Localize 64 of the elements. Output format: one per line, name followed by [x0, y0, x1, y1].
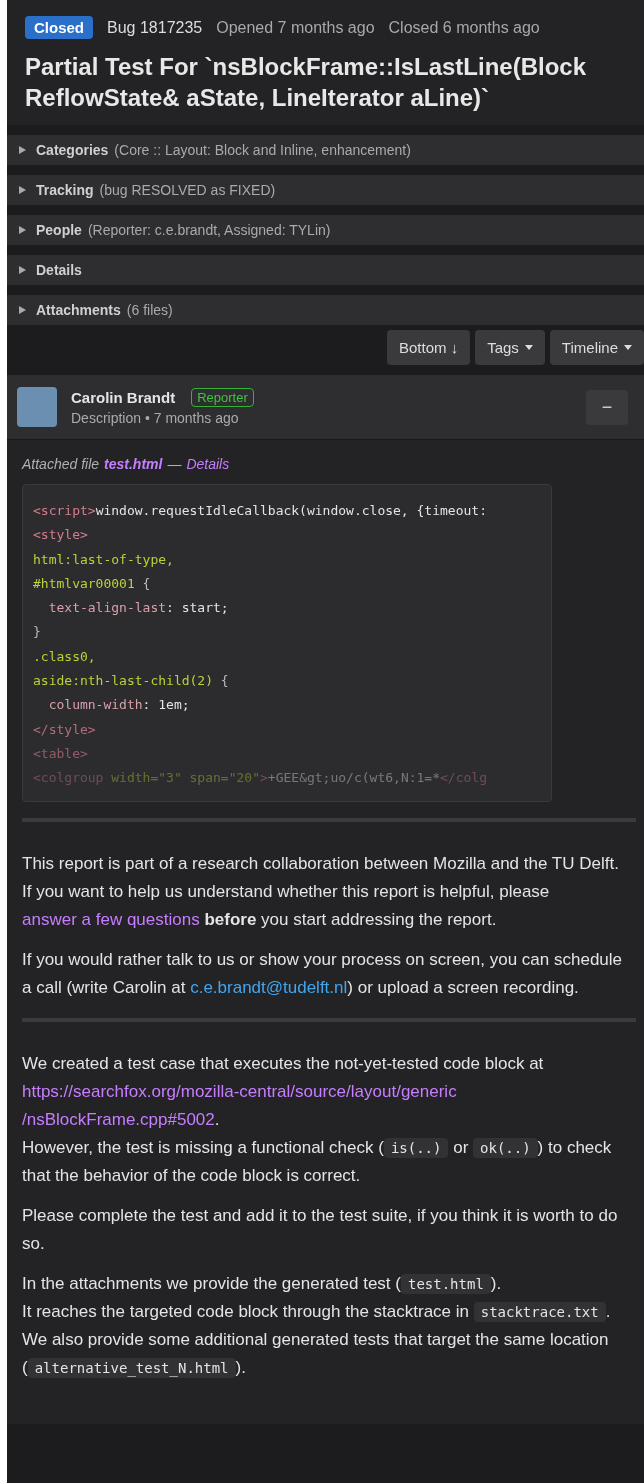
section-header[interactable]: Attachments (6 files) [7, 295, 644, 325]
collapse-button[interactable]: − [586, 389, 628, 425]
text-link[interactable]: answer a few questions [22, 909, 200, 929]
paragraph-text: It reaches the targeted code block through the stacktrace in stacktrace.txt . [22, 1300, 612, 1324]
paragraph-text: If you want to help us understand whether this report is helpful, please answer a few questions before you start addressing the report. [22, 880, 551, 931]
text-link[interactable]: https://searchfox.org/mozilla-central/source/layout/generic [22, 1081, 457, 1101]
code-line: #htmlvar00001 { [33, 574, 152, 593]
section-header[interactable]: Details [7, 255, 644, 285]
separator-dash: — [167, 456, 182, 472]
code-line: <script>window.requestIdleCallback(window.close, {timeout: [33, 502, 488, 520]
code-line: <style> [33, 526, 89, 545]
code-line: html:last-of-type, [33, 550, 175, 569]
paragraph-text: Please complete the test and add it to the test suite, if you think it is worth to do so. [22, 1204, 619, 1255]
expand-triangle-icon [19, 306, 26, 314]
expand-triangle-icon [19, 266, 26, 274]
caret-icon [624, 345, 632, 350]
closed-date: Closed 6 months ago [388, 18, 540, 37]
section-summary: (6 files) [126, 302, 173, 318]
paragraph-text: This report is part of a research collaboration between Mozilla and the TU Delft. [22, 852, 620, 875]
bug-id: Bug 1817235 [107, 18, 203, 37]
paragraph-text: If you would rather talk to us or show your process on screen, you can schedule a call (write Carolin at c.e.brandt@tudelft.nl) or upload a screen recording. [22, 948, 624, 999]
dropdown-button[interactable]: Timeline [549, 330, 644, 365]
section-header[interactable]: Categories (Core :: Layout: Block and Inline, enhancement) [7, 135, 644, 165]
code-line: </style> [33, 720, 97, 739]
dropdown-button[interactable]: Tags [475, 330, 545, 365]
email-link[interactable]: c.e.brandt@tudelft.nl [190, 977, 348, 997]
section-label: Tracking [36, 182, 94, 198]
expand-triangle-icon [19, 226, 26, 234]
attachment-label: Attached file [22, 456, 100, 472]
attachment-link[interactable]: test.html [104, 456, 163, 472]
section-label: People [36, 222, 82, 238]
code-line: <table> [33, 744, 89, 763]
paragraph-text: We created a test case that executes the not-yet-tested code block at [22, 1052, 545, 1075]
section-header[interactable]: Tracking (bug RESOLVED as FIXED) [7, 175, 644, 205]
details-link[interactable]: Details [186, 456, 230, 472]
section-label: Categories [36, 142, 109, 158]
code-line: text-align-last: start; [47, 599, 230, 618]
role-badge: Reporter [191, 388, 254, 407]
section-label: Attachments [36, 302, 121, 318]
text-link[interactable]: /nsBlockFrame.cpp#5002 [22, 1109, 215, 1129]
paragraph-text: In the attachments we provide the generated test ( test.html ). [22, 1272, 503, 1296]
code-line: column-width: 1em; [47, 696, 191, 715]
section-summary: (bug RESOLVED as FIXED) [99, 182, 276, 198]
opened-date: Opened 7 months ago [216, 18, 375, 37]
section-summary: (Core :: Layout: Block and Inline, enhancement) [114, 142, 411, 158]
code-line: <colgroup width="3" span="20">+GEE&gt;uo/c(wt6,N:1=*</colg [33, 769, 488, 788]
scroll-button[interactable]: Bottom ↓ [387, 330, 471, 365]
paragraph-text: However, the test is missing a functional check ( is(..) or ok(..) ) to check that the behavior of the code block is correct. [22, 1136, 613, 1187]
expand-triangle-icon [19, 146, 26, 154]
caret-icon [524, 345, 533, 350]
status-badge: Closed [25, 16, 93, 39]
paragraph-text: /nsBlockFrame.cpp#5002. [22, 1108, 221, 1131]
paragraph-text: We also provide some additional generated tests that target the same location ( alternative_test_N.html ). [22, 1328, 610, 1380]
code-line: .class0, [33, 647, 97, 666]
section-summary: (Reporter: c.e.brandt, Assigned: TYLin) [87, 222, 331, 238]
section-label: Details [36, 262, 82, 278]
author-name[interactable]: Carolin Brandt [71, 389, 176, 406]
section-header[interactable]: People (Reporter: c.e.brandt, Assigned: TYLin) [7, 215, 644, 245]
bug-title: Partial Test For `nsBlockFrame::IsLastLine(Block ReflowState& aState, LineIterator aLine)` [25, 52, 588, 113]
expand-triangle-icon [19, 186, 26, 194]
code-line: aside:nth-last-child(2) { [33, 672, 230, 691]
comment-meta: Description • 7 months ago [71, 410, 240, 426]
code-line: } [33, 623, 42, 642]
avatar-placeholder [17, 387, 57, 427]
